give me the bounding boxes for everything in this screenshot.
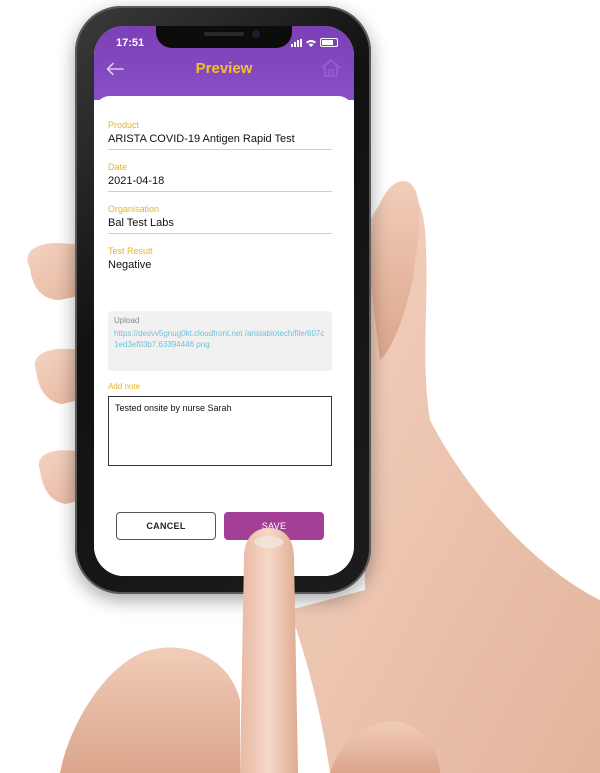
organisation-value: Bal Test Labs — [108, 217, 332, 234]
organisation-label: Organisation — [108, 204, 160, 214]
test-result-label: Test Result — [108, 246, 153, 256]
product-field: Product ARISTA COVID-19 Antigen Rapid Te… — [108, 120, 332, 150]
signal-icon — [291, 38, 302, 47]
status-icons — [291, 38, 338, 47]
preview-form: Product ARISTA COVID-19 Antigen Rapid Te… — [94, 96, 354, 576]
camera-icon — [252, 30, 260, 38]
note-label: Add note — [108, 382, 141, 391]
date-label: Date — [108, 162, 128, 172]
upload-link[interactable]: https://desvv5gnug0kt.cloudfront.net /ar… — [114, 328, 326, 350]
photo-stage: 17:51 Preview Product ARISTA COVID-19 An… — [0, 0, 600, 773]
test-result-field: Test Result Negative — [108, 246, 332, 275]
pointing-finger — [240, 528, 298, 773]
speaker-grille — [204, 32, 244, 36]
status-time: 17:51 — [116, 37, 145, 49]
date-value: 2021-04-18 — [108, 175, 332, 192]
phone-screen: 17:51 Preview Product ARISTA COVID-19 An… — [94, 26, 354, 576]
phone-notch — [156, 26, 292, 48]
product-value: ARISTA COVID-19 Antigen Rapid Test — [108, 133, 332, 150]
date-field: Date 2021-04-18 — [108, 162, 332, 192]
upload-box: Upload https://desvv5gnug0kt.cloudfront.… — [108, 311, 332, 371]
page-title: Preview — [195, 60, 253, 77]
organisation-field: Organisation Bal Test Labs — [108, 204, 332, 234]
test-result-value: Negative — [108, 259, 152, 271]
battery-icon — [320, 38, 338, 47]
home-icon[interactable] — [320, 58, 342, 78]
note-textarea[interactable]: Tested onsite by nurse Sarah — [108, 396, 332, 466]
product-label: Product — [108, 120, 140, 130]
upload-label: Upload — [114, 316, 140, 325]
wifi-icon — [306, 39, 316, 47]
cancel-button[interactable]: CANCEL — [116, 512, 216, 540]
